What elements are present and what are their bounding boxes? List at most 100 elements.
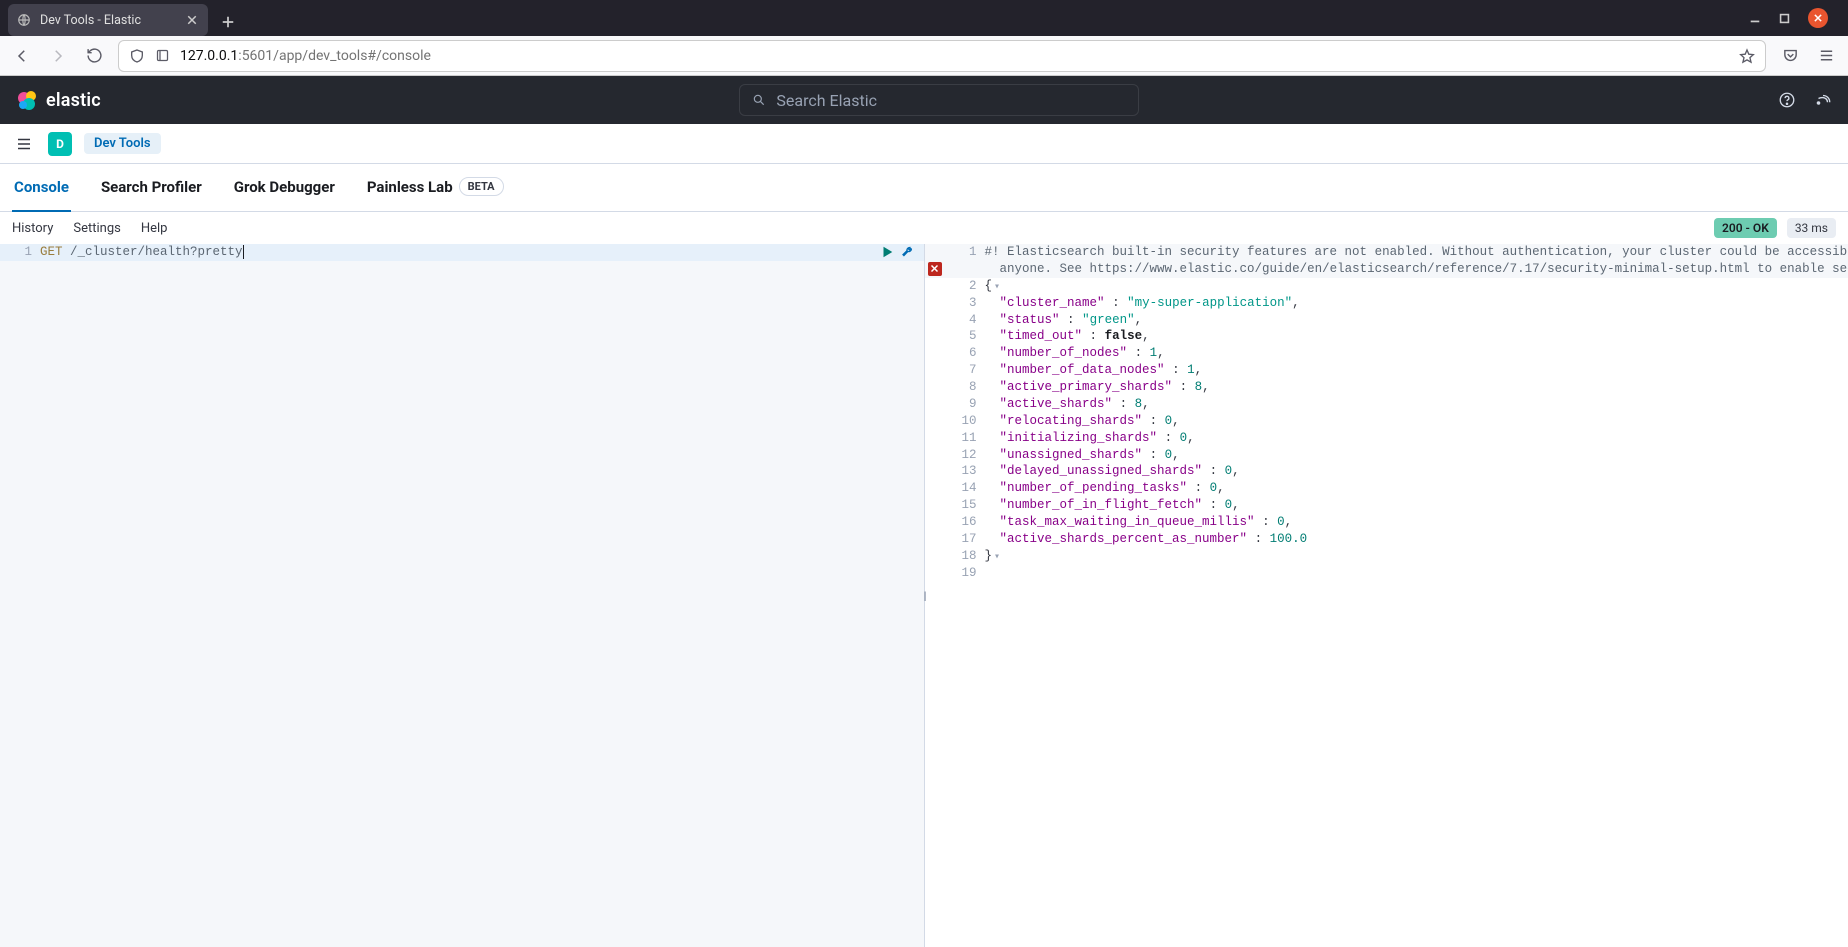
response-code: "number_of_data_nodes" : 1, [985, 362, 1848, 379]
toolbar-settings[interactable]: Settings [73, 221, 120, 236]
response-line: 5 "timed_out" : false, [925, 328, 1848, 345]
response-code: anyone. See https://www.elastic.co/guide… [985, 261, 1848, 278]
line-number: 10 [945, 413, 985, 430]
search-icon [752, 93, 766, 107]
request-line-actions [880, 245, 914, 259]
line-number: 1 [0, 244, 40, 261]
response-line: 9 "active_shards" : 8, [925, 396, 1848, 413]
response-line: 12 "unassigned_shards" : 0, [925, 447, 1848, 464]
response-line: 13 "delayed_unassigned_shards" : 0, [925, 463, 1848, 480]
line-number: 9 [945, 396, 985, 413]
shield-icon [129, 48, 145, 64]
line-number: 11 [945, 430, 985, 447]
tab-search-profiler[interactable]: Search Profiler [99, 164, 204, 212]
response-line: 3 "cluster_name" : "my-super-application… [925, 295, 1848, 312]
response-line: 19 [925, 565, 1848, 582]
response-line: 2 {▾ [925, 278, 1848, 295]
response-line: anyone. See https://www.elastic.co/guide… [925, 261, 1848, 278]
response-line: 18}▾ [925, 548, 1848, 565]
elastic-logo[interactable]: elastic [16, 88, 101, 112]
toolbar-history[interactable]: History [12, 221, 53, 236]
response-gutter [925, 244, 945, 261]
response-code: "number_of_pending_tasks" : 0, [985, 480, 1848, 497]
response-gutter [925, 328, 945, 345]
new-tab-button[interactable] [214, 8, 242, 36]
response-gutter [925, 480, 945, 497]
url-bar[interactable]: 127.0.0.1:5601/app/dev_tools#/console [118, 40, 1766, 72]
kibana-header: elastic Search Elastic [0, 76, 1848, 124]
response-code: "delayed_unassigned_shards" : 0, [985, 463, 1848, 480]
tab-painless-lab[interactable]: Painless Lab BETA [365, 164, 506, 212]
newsfeed-icon[interactable] [1814, 91, 1832, 109]
response-code: "number_of_nodes" : 1, [985, 345, 1848, 362]
response-gutter [925, 362, 945, 379]
response-gutter [925, 261, 945, 278]
line-number: 4 [945, 312, 985, 329]
breadcrumb-devtools[interactable]: Dev Tools [84, 133, 161, 154]
send-request-icon[interactable] [880, 245, 894, 259]
url-text: 127.0.0.1:5601/app/dev_tools#/console [180, 48, 431, 64]
kibana-subheader: D Dev Tools [0, 124, 1848, 164]
console-toolbar: History Settings Help 200 - OK 33 ms [0, 212, 1848, 244]
help-icon[interactable] [1778, 91, 1796, 109]
line-number: 12 [945, 447, 985, 464]
browser-tab[interactable]: Dev Tools - Elastic [8, 4, 208, 36]
beta-badge: BETA [459, 177, 504, 196]
browser-tab-strip: Dev Tools - Elastic [0, 0, 1848, 36]
line-number: 8 [945, 379, 985, 396]
response-code: "task_max_waiting_in_queue_millis" : 0, [985, 514, 1848, 531]
reload-button[interactable] [82, 44, 106, 68]
line-number: 17 [945, 531, 985, 548]
window-close-icon[interactable] [1808, 8, 1828, 28]
response-gutter [925, 396, 945, 413]
line-number [945, 261, 985, 278]
response-code: "cluster_name" : "my-super-application", [985, 295, 1848, 312]
global-search-placeholder: Search Elastic [776, 91, 877, 110]
request-editor[interactable]: 1 GET /_cluster/health?pretty [0, 244, 925, 947]
back-button[interactable] [10, 44, 34, 68]
response-code: "active_shards" : 8, [985, 396, 1848, 413]
line-number: 14 [945, 480, 985, 497]
window-controls [1749, 0, 1840, 36]
response-gutter [925, 379, 945, 396]
response-gutter [925, 295, 945, 312]
response-line: 8 "active_primary_shards" : 8, [925, 379, 1848, 396]
response-gutter [925, 413, 945, 430]
deprecation-warning-icon [928, 262, 942, 276]
response-status-badge: 200 - OK [1714, 218, 1777, 238]
response-code: "unassigned_shards" : 0, [985, 447, 1848, 464]
browser-chrome: Dev Tools - Elastic [0, 0, 1848, 76]
elastic-logo-icon [16, 88, 40, 112]
app-menu-icon[interactable] [1814, 44, 1838, 68]
response-viewer[interactable]: 1#! Elasticsearch built-in security feat… [925, 244, 1848, 947]
page-info-icon [155, 48, 170, 63]
response-gutter [925, 531, 945, 548]
tab-console[interactable]: Console [12, 164, 71, 212]
space-selector[interactable]: D [48, 132, 72, 156]
elastic-wordmark: elastic [46, 90, 101, 111]
space-initial: D [56, 137, 64, 151]
line-number: 5 [945, 328, 985, 345]
pocket-icon[interactable] [1778, 44, 1802, 68]
tab-close-icon[interactable] [184, 12, 200, 28]
nav-toggle-icon[interactable] [12, 132, 36, 156]
response-code: {▾ [985, 278, 1848, 295]
response-gutter [925, 514, 945, 531]
window-maximize-icon[interactable] [1779, 13, 1790, 24]
browser-toolbar: 127.0.0.1:5601/app/dev_tools#/console [0, 36, 1848, 76]
forward-button[interactable] [46, 44, 70, 68]
bookmark-icon[interactable] [1739, 48, 1755, 64]
tab-grok-debugger[interactable]: Grok Debugger [232, 164, 337, 212]
response-code: "timed_out" : false, [985, 328, 1848, 345]
line-number: 15 [945, 497, 985, 514]
response-code: #! Elasticsearch built-in security featu… [985, 244, 1848, 261]
response-line: 11 "initializing_shards" : 0, [925, 430, 1848, 447]
global-search[interactable]: Search Elastic [739, 84, 1139, 116]
window-minimize-icon[interactable] [1749, 12, 1761, 24]
toolbar-help[interactable]: Help [141, 221, 168, 236]
response-line: 6 "number_of_nodes" : 1, [925, 345, 1848, 362]
line-number: 7 [945, 362, 985, 379]
request-code: GET /_cluster/health?pretty [40, 244, 924, 261]
request-options-icon[interactable] [900, 245, 914, 259]
response-code: "initializing_shards" : 0, [985, 430, 1848, 447]
